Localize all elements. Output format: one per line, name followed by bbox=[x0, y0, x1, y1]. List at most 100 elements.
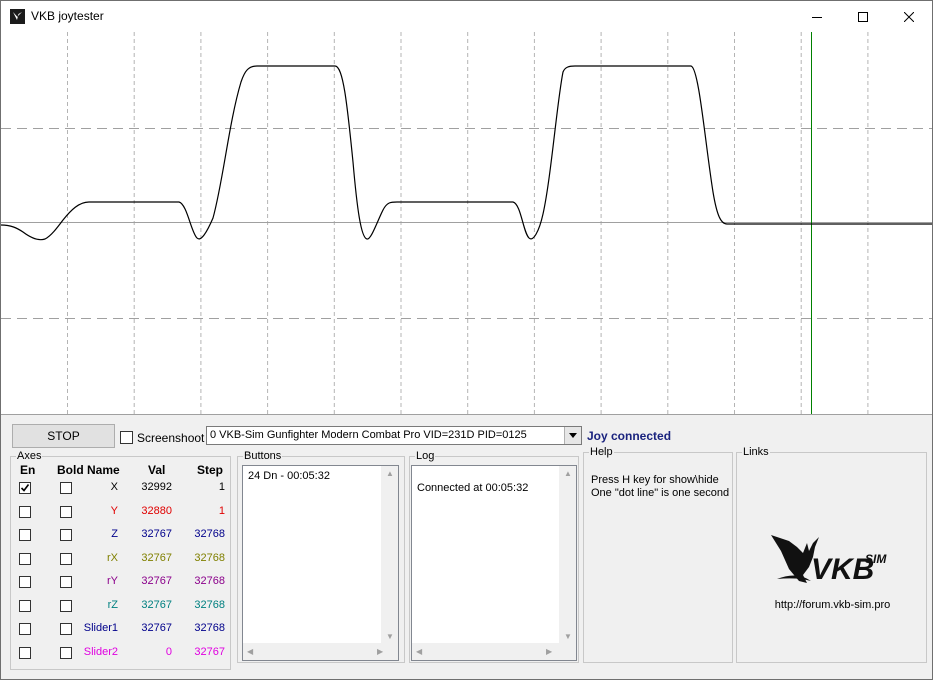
close-button[interactable] bbox=[886, 1, 932, 32]
axis-graph[interactable] bbox=[1, 32, 932, 414]
axis-name: rX bbox=[107, 551, 118, 564]
log-list-hscroll[interactable]: ◀ ▶ bbox=[412, 643, 576, 660]
device-select[interactable]: 0 VKB-Sim Gunfighter Modern Combat Pro V… bbox=[206, 426, 582, 445]
axes-header-name: Name bbox=[87, 463, 120, 477]
links-group-title: Links bbox=[742, 445, 770, 459]
axis-bold-checkbox[interactable] bbox=[60, 623, 72, 635]
window-title: VKB joytester bbox=[31, 9, 104, 23]
list-item: 24 Dn - 00:05:32 bbox=[248, 470, 330, 482]
axis-graph-canvas bbox=[1, 32, 932, 414]
axis-val: 32992 bbox=[141, 481, 172, 493]
axis-bold-checkbox[interactable] bbox=[60, 529, 72, 541]
axes-group: Axes En Bold Name Val Step X 32992 1 Y 32880… bbox=[10, 449, 231, 670]
axis-enable-checkbox[interactable] bbox=[19, 576, 31, 588]
axis-step: 32768 bbox=[194, 622, 225, 634]
axis-val: 32767 bbox=[141, 575, 172, 587]
axis-step: 1 bbox=[218, 504, 225, 517]
device-select-dropdown-button[interactable] bbox=[564, 427, 581, 444]
scroll-down-icon: ▼ bbox=[386, 632, 394, 641]
axis-val: 32767 bbox=[141, 598, 172, 611]
help-group-title: Help bbox=[589, 445, 614, 459]
minimize-icon bbox=[812, 16, 822, 18]
links-group: Links VKB SIM http://forum.vkb-sim.pro bbox=[736, 445, 928, 663]
log-group: Log Connected at 00:05:32 ▲ ▼ ◀ ▶ bbox=[409, 449, 579, 663]
title-bar[interactable]: VKB joytester bbox=[1, 1, 932, 32]
scroll-up-icon: ▲ bbox=[386, 469, 394, 478]
buttons-list-vscroll[interactable]: ▲ ▼ bbox=[381, 466, 398, 645]
axis-val: 32767 bbox=[141, 528, 172, 540]
axis-row-y: Y 32880 1 bbox=[11, 501, 230, 524]
scroll-left-icon: ◀ bbox=[247, 647, 254, 656]
axis-bold-checkbox[interactable] bbox=[60, 646, 72, 659]
log-list[interactable]: Connected at 00:05:32 ▲ ▼ ◀ ▶ bbox=[411, 465, 577, 661]
stop-button[interactable]: STOP bbox=[12, 424, 115, 448]
axis-row-slider2: Slider2 0 32767 bbox=[11, 642, 230, 665]
axis-row-x: X 32992 1 bbox=[11, 477, 230, 500]
axis-step: 32768 bbox=[194, 528, 225, 540]
buttons-list-hscroll[interactable]: ◀ ▶ bbox=[243, 643, 398, 660]
axes-header-bold: Bold bbox=[57, 463, 84, 477]
axis-row-slider1: Slider1 32767 32768 bbox=[11, 618, 230, 641]
axis-bold-checkbox[interactable] bbox=[60, 505, 72, 518]
vkb-sim-logo[interactable]: VKB SIM bbox=[767, 513, 897, 593]
axis-step: 32768 bbox=[194, 598, 225, 611]
maximize-icon bbox=[858, 11, 868, 22]
axis-name: rY bbox=[107, 575, 118, 587]
axis-bold-checkbox[interactable] bbox=[60, 576, 72, 588]
axis-enable-checkbox[interactable] bbox=[19, 482, 31, 494]
axes-header-val: Val bbox=[148, 463, 166, 477]
vkb-app-icon bbox=[10, 9, 25, 24]
axis-x-trace bbox=[1, 65, 932, 241]
axis-val: 32767 bbox=[141, 622, 172, 634]
help-line-2: One "dot line" is one second bbox=[591, 487, 730, 499]
axis-row-rz: rZ 32767 32768 bbox=[11, 595, 230, 618]
axis-enable-checkbox[interactable] bbox=[19, 646, 31, 659]
axes-header-en: En bbox=[20, 463, 36, 477]
axis-val: 0 bbox=[165, 645, 172, 658]
checkmark-icon bbox=[20, 484, 30, 492]
axis-step: 1 bbox=[218, 481, 225, 493]
axis-row-ry: rY 32767 32768 bbox=[11, 571, 230, 594]
axis-name: Slider1 bbox=[83, 622, 118, 634]
maximize-button[interactable] bbox=[840, 1, 886, 32]
axis-name: X bbox=[110, 481, 118, 493]
control-panel: STOP Screenshoot 0 VKB-Sim Gunfighter Mo… bbox=[1, 414, 932, 679]
help-group: Help Press H key for show\hide One "dot … bbox=[583, 445, 733, 663]
app-window: VKB joytester STOP Screenshoot 0 VKB-Sim… bbox=[0, 0, 933, 680]
close-icon bbox=[904, 11, 914, 22]
axis-step: 32768 bbox=[194, 551, 225, 564]
chevron-down-icon bbox=[569, 433, 577, 438]
scroll-down-icon: ▼ bbox=[564, 632, 572, 641]
axis-enable-checkbox[interactable] bbox=[19, 552, 31, 565]
axis-val: 32767 bbox=[141, 551, 172, 564]
help-line-1: Press H key for show\hide bbox=[591, 474, 719, 486]
axis-name: Slider2 bbox=[83, 645, 118, 658]
log-list-vscroll[interactable]: ▲ ▼ bbox=[559, 466, 576, 645]
screenshoot-checkbox[interactable] bbox=[120, 431, 133, 444]
axis-enable-checkbox[interactable] bbox=[19, 505, 31, 518]
axis-bold-checkbox[interactable] bbox=[60, 482, 72, 494]
scroll-right-icon: ▶ bbox=[546, 647, 553, 656]
axis-bold-checkbox[interactable] bbox=[60, 599, 72, 612]
axis-enable-checkbox[interactable] bbox=[19, 623, 31, 635]
axis-bold-checkbox[interactable] bbox=[60, 552, 72, 565]
axes-header-step: Step bbox=[197, 463, 224, 477]
axis-enable-checkbox[interactable] bbox=[19, 529, 31, 541]
axes-group-title: Axes bbox=[16, 449, 43, 463]
axis-row-z: Z 32767 32768 bbox=[11, 524, 230, 547]
buttons-group-title: Buttons bbox=[243, 449, 283, 463]
axis-name: rZ bbox=[107, 598, 118, 611]
axis-step: 32768 bbox=[194, 575, 225, 587]
axis-name: Z bbox=[111, 528, 118, 540]
axis-row-rx: rX 32767 32768 bbox=[11, 548, 230, 571]
device-select-value: 0 VKB-Sim Gunfighter Modern Combat Pro V… bbox=[210, 429, 527, 441]
axis-enable-checkbox[interactable] bbox=[19, 599, 31, 612]
log-entry: Connected at 00:05:32 bbox=[417, 482, 529, 494]
log-group-title: Log bbox=[415, 449, 436, 463]
forum-link[interactable]: http://forum.vkb-sim.pro bbox=[737, 599, 928, 611]
joy-status: Joy connected bbox=[587, 429, 672, 443]
buttons-list[interactable]: 24 Dn - 00:05:32 ▲ ▼ ◀ ▶ bbox=[242, 465, 399, 661]
axis-name: Y bbox=[110, 504, 118, 517]
minimize-button[interactable] bbox=[794, 1, 840, 32]
buttons-group: Buttons 24 Dn - 00:05:32 ▲ ▼ ◀ ▶ bbox=[237, 449, 405, 663]
